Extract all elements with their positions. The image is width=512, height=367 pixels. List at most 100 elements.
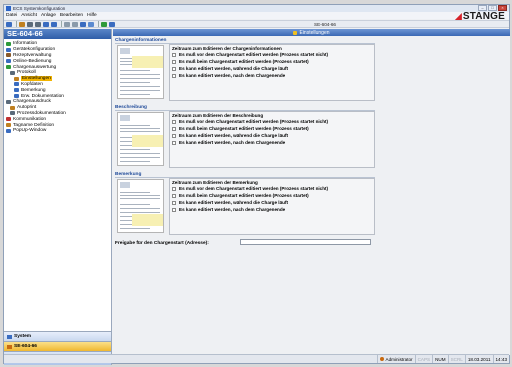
- header-data-icon: [14, 82, 19, 87]
- search-icon[interactable]: [88, 21, 94, 27]
- autoprint-icon: [10, 105, 15, 110]
- toolbar: SE-604-66: [4, 20, 509, 28]
- nav-group-system[interactable]: System: [4, 331, 111, 341]
- info-toolbar-icon[interactable]: [109, 21, 115, 27]
- system-icon: [7, 334, 12, 339]
- menu-datei[interactable]: Datei: [6, 13, 17, 18]
- comm-icon: [6, 117, 11, 122]
- edit-option[interactable]: Es muß beim Chargenstart editiert werden…: [170, 192, 374, 199]
- brand-mark-icon: [454, 13, 462, 20]
- edit-period-group: Zeitraum zum Editieren der Beschreibung E…: [169, 111, 375, 168]
- save-icon[interactable]: [27, 21, 33, 27]
- print-icon: [6, 99, 11, 104]
- settings-header-icon: [293, 30, 298, 35]
- option-checkbox[interactable]: [172, 140, 176, 145]
- menu-bar: Datei Ansicht Anlage Bearbeiten Hilfe: [4, 12, 509, 19]
- download-icon[interactable]: [51, 21, 57, 27]
- compare-icon[interactable]: [80, 21, 86, 27]
- info-icon: [6, 41, 11, 46]
- online-icon: [6, 59, 11, 64]
- log-icon: [10, 70, 15, 75]
- window-title: ECS Systemkonfiguration: [13, 6, 66, 11]
- new-icon[interactable]: [6, 21, 12, 27]
- option-checkbox[interactable]: [172, 193, 176, 198]
- menu-hilfe[interactable]: Hilfe: [87, 13, 97, 18]
- tree-item-label: Online-Bedienung: [13, 58, 52, 64]
- edit-option[interactable]: Es muß vor dem Chargenstart editiert wer…: [170, 185, 374, 192]
- tree-item-label: Einstellungen: [21, 76, 52, 82]
- option-checkbox[interactable]: [172, 52, 176, 57]
- tree-item-label: Tagname Definition: [13, 122, 55, 128]
- status-num: NUM: [432, 355, 447, 363]
- option-label: Es kann editiert werden, während die Cha…: [179, 133, 288, 138]
- edit-period-group: Zeitraum zum Editieren der Chargeninform…: [169, 44, 375, 101]
- tree-item-label: Prozessdokumentation: [17, 110, 66, 116]
- option-checkbox[interactable]: [172, 73, 176, 78]
- tree-item-label: Erw. Dokumentation: [21, 93, 64, 99]
- freigabe-address-input[interactable]: [240, 239, 371, 245]
- edit-option[interactable]: Es kann editiert werden, nach dem Charge…: [170, 72, 374, 79]
- print-toolbar-icon[interactable]: [35, 21, 41, 27]
- nav-group-instance[interactable]: SE-604-66: [4, 341, 111, 351]
- edit-option[interactable]: Es kann editiert werden, nach dem Charge…: [170, 139, 374, 146]
- option-checkbox[interactable]: [172, 66, 176, 71]
- paste-icon[interactable]: [72, 21, 78, 27]
- tree-item-label: Information: [13, 41, 37, 47]
- option-label: Es muß beim Chargenstart editiert werden…: [179, 126, 309, 131]
- tree-item-label: Kopfdaten: [21, 81, 43, 87]
- toolbar-instance-label: SE-604-66: [314, 22, 336, 27]
- option-label: Es muß vor dem Chargenstart editiert wer…: [179, 119, 329, 124]
- edit-option[interactable]: Es muß vor dem Chargenstart editiert wer…: [170, 51, 374, 58]
- help-icon[interactable]: [101, 21, 107, 27]
- popup-icon: [6, 128, 11, 133]
- preview-thumbnail: [117, 112, 164, 166]
- menu-anlage[interactable]: Anlage: [41, 13, 56, 18]
- preview-thumbnail: [117, 45, 164, 99]
- option-checkbox[interactable]: [172, 207, 176, 212]
- settings-section: Beschreibung Zeitraum zum Editieren der B…: [115, 105, 375, 169]
- option-label: Es muß vor dem Chargenstart editiert wer…: [179, 186, 329, 191]
- navigation-groups: System SE-604-66: [4, 151, 111, 365]
- option-checkbox[interactable]: [172, 186, 176, 191]
- edit-option[interactable]: Es muß beim Chargenstart editiert werden…: [170, 58, 374, 65]
- option-label: Es kann editiert werden, während die Cha…: [179, 66, 288, 71]
- edit-option[interactable]: Es muß vor dem Chargenstart editiert wer…: [170, 118, 374, 125]
- edit-option[interactable]: Es muß beim Chargenstart editiert werden…: [170, 125, 374, 132]
- settings-section: Chargeninformationen Zeitraum zum Editier…: [115, 38, 375, 102]
- upload-icon[interactable]: [43, 21, 49, 27]
- edit-option[interactable]: Es kann editiert werden, während die Cha…: [170, 199, 374, 206]
- option-label: Es kann editiert werden, nach dem Charge…: [179, 207, 286, 212]
- option-label: Es kann editiert werden, während die Cha…: [179, 200, 288, 205]
- option-checkbox[interactable]: [172, 200, 176, 205]
- option-label: Es muß beim Chargenstart editiert werden…: [179, 193, 309, 198]
- edit-option[interactable]: Es kann editiert werden, nach dem Charge…: [170, 206, 374, 213]
- edit-option[interactable]: Es kann editiert werden, während die Cha…: [170, 65, 374, 72]
- doc-icon: [14, 94, 19, 99]
- status-caps: CAPS: [414, 355, 433, 363]
- option-checkbox[interactable]: [172, 119, 176, 124]
- menu-bearbeiten[interactable]: Bearbeiten: [60, 13, 83, 18]
- tree-item-label: Bemerkung: [21, 87, 46, 93]
- panel-header: Einstellungen: [113, 29, 510, 36]
- edit-option[interactable]: Es kann editiert werden, während die Cha…: [170, 132, 374, 139]
- status-scrl: SCRL: [447, 355, 465, 363]
- tree-item-label: Gerätekonfiguration: [13, 47, 56, 53]
- option-checkbox[interactable]: [172, 126, 176, 131]
- user-icon: [379, 357, 384, 361]
- freigabe-label: Freigabe für den Chargenstart (Adresse):: [115, 241, 209, 246]
- option-checkbox[interactable]: [172, 133, 176, 138]
- note-icon: [14, 88, 19, 93]
- copy-icon[interactable]: [64, 21, 70, 27]
- navigation-header: SE-604-66: [4, 29, 111, 39]
- menu-ansicht[interactable]: Ansicht: [21, 13, 37, 18]
- status-time: 14:43: [492, 355, 510, 363]
- option-checkbox[interactable]: [172, 59, 176, 64]
- tree-item-label: Rezeptverwaltung: [13, 52, 52, 58]
- settings-section: Bemerkung Zeitraum zum Editieren der Beme…: [115, 172, 375, 236]
- open-icon[interactable]: [19, 21, 25, 27]
- tree-item[interactable]: PopUp-Window: [6, 128, 111, 134]
- status-date: 18.03.2011: [464, 355, 493, 363]
- tree-item-label: Protokoll: [17, 70, 36, 76]
- option-label: Es muß beim Chargenstart editiert werden…: [179, 59, 309, 64]
- recipe-icon: [6, 53, 11, 58]
